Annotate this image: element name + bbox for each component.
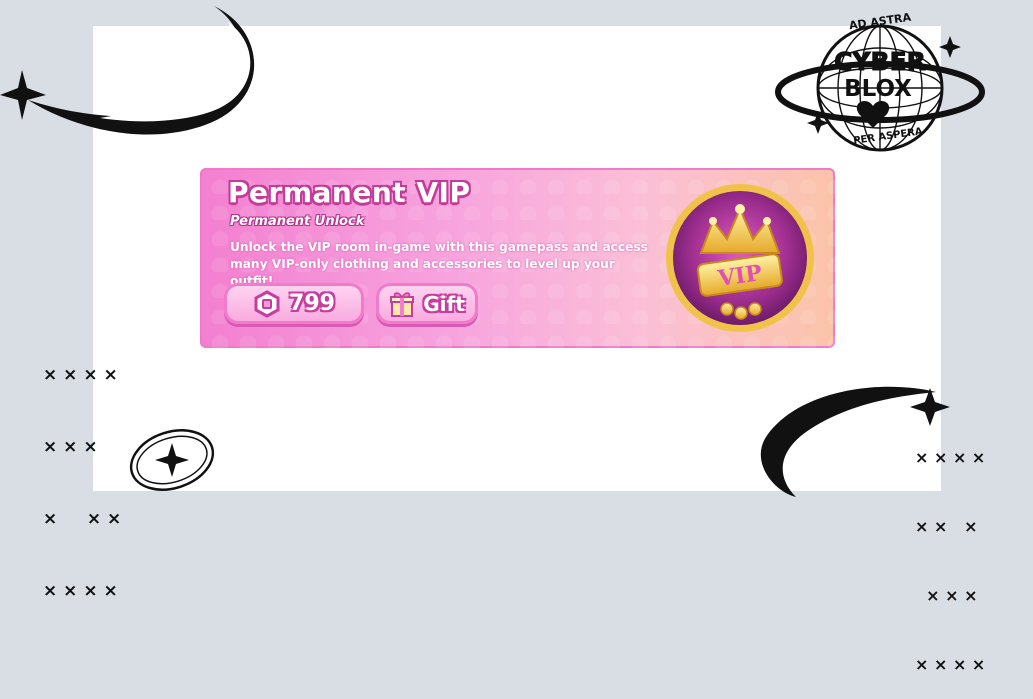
sparkle-icon xyxy=(129,429,215,491)
gift-label: Gift xyxy=(423,291,465,316)
gift-button[interactable]: Gift xyxy=(376,283,478,324)
logo-line1: CYBER xyxy=(834,47,927,77)
x-row: × × × × xyxy=(43,365,118,385)
x-pattern-right: × × × × × × × × × × × × × × xyxy=(915,400,985,699)
buy-price-button[interactable]: 799 xyxy=(224,283,364,324)
vip-gamepass-panel: Permanent VIP Permanent Unlock Unlock th… xyxy=(200,168,835,348)
x-pattern-left: × × × × × × × × × × × × × × xyxy=(43,315,121,627)
vip-crown-badge-icon: VIP xyxy=(666,184,814,332)
x-row: × × × × xyxy=(43,581,118,601)
logo-line2: BLOX xyxy=(844,76,912,102)
x-row: × × × xyxy=(915,586,978,605)
price-label: 799 xyxy=(289,291,335,316)
x-row: × × × xyxy=(915,517,978,536)
x-row: × × × xyxy=(43,437,98,457)
gift-icon xyxy=(390,291,415,317)
x-row: × × × × xyxy=(915,655,986,674)
panel-subtitle: Permanent Unlock xyxy=(230,214,365,229)
swoosh-icon-top-left xyxy=(0,6,255,135)
robux-icon xyxy=(254,289,280,318)
x-row: × × × xyxy=(43,509,122,529)
x-row: × × × × xyxy=(915,448,986,467)
panel-title: Permanent VIP xyxy=(228,176,471,209)
